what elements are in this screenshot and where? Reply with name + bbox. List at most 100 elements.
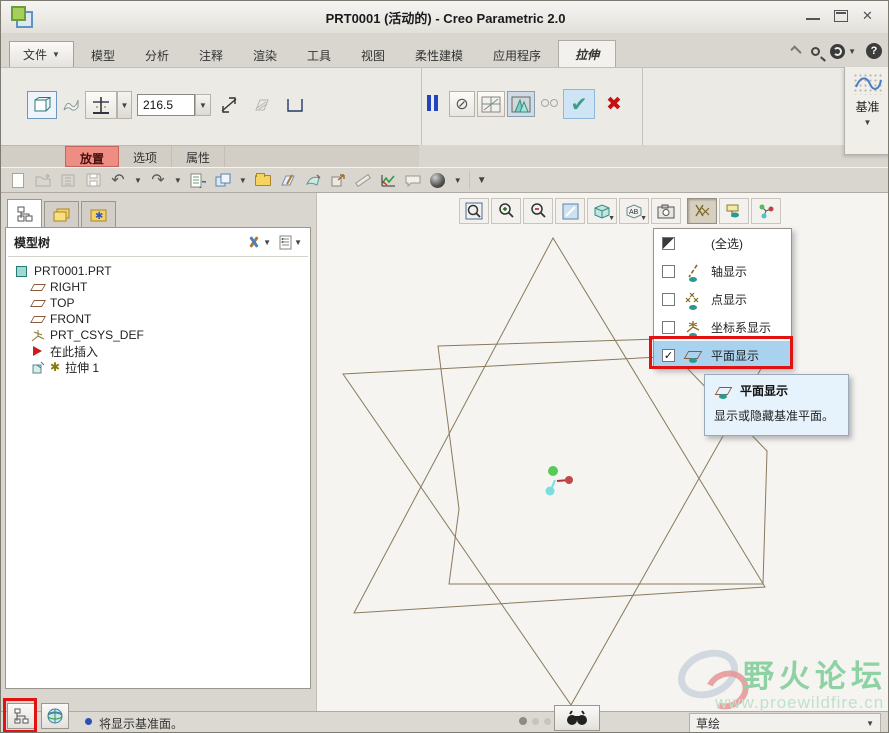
tab-options[interactable]: 选项 (119, 146, 173, 167)
tab-analysis[interactable]: 分析 (132, 43, 182, 68)
tab-favorites[interactable]: ✱ (81, 201, 116, 228)
remove-material-icon (255, 99, 269, 111)
depth-option-button[interactable] (85, 91, 117, 119)
search-icon[interactable] (811, 46, 821, 56)
measure-button[interactable] (354, 171, 372, 189)
tab-model[interactable]: 模型 (78, 43, 128, 68)
cancel-button[interactable]: ✖ (601, 91, 627, 117)
message-log-button[interactable] (404, 171, 422, 189)
wireframe-preview-button[interactable] (477, 91, 505, 117)
datum-display-filters-button[interactable] (687, 198, 717, 224)
copy-geometry-button[interactable] (304, 171, 322, 189)
menu-item-point-display[interactable]: 点显示 (654, 285, 791, 313)
toolbar-overflow-dropdown[interactable]: ▼ (477, 175, 487, 186)
menu-item-select-all[interactable]: (全选) (654, 229, 791, 257)
chevron-down-icon[interactable]: ▼ (864, 118, 872, 127)
toggle-browser-button[interactable] (41, 703, 69, 729)
tab-render[interactable]: 渲染 (240, 43, 290, 68)
publish-geometry-button[interactable] (329, 171, 347, 189)
tab-placement[interactable]: 放置 (65, 146, 120, 167)
verify-glasses-button[interactable] (541, 99, 558, 107)
tree-item-csys[interactable]: PRT_CSYS_DEF (30, 327, 310, 343)
import-button[interactable] (59, 171, 77, 189)
restore-button[interactable] (834, 10, 848, 22)
remove-material-button[interactable] (249, 93, 273, 117)
undo-dropdown[interactable]: ▼ (134, 176, 142, 185)
thicken-sketch-button[interactable] (283, 93, 307, 117)
menu-item-csys-display[interactable]: 坐标系显示 (654, 313, 791, 341)
ok-button[interactable]: ✔ (563, 89, 595, 119)
open-session-folder-button[interactable] (254, 171, 272, 189)
help-icon[interactable]: ? (866, 43, 882, 59)
tab-model-tree[interactable] (7, 199, 42, 228)
close-button[interactable]: ✕ (862, 9, 876, 22)
menu-item-plane-display[interactable]: ✓ 平面显示 (654, 341, 791, 369)
tree-filters-button[interactable]: ▼ (279, 235, 302, 250)
display-style-button[interactable]: ▼ (587, 198, 617, 224)
appearance-gallery-button[interactable] (429, 171, 447, 189)
pause-button[interactable] (427, 95, 438, 111)
open-button[interactable] (34, 171, 52, 189)
tree-item-extrude1[interactable]: ✱ 拉伸 1 (30, 359, 310, 375)
minimize-button[interactable] (806, 10, 820, 20)
appearance-dropdown[interactable]: ▼ (454, 176, 462, 185)
depth-value-input[interactable]: 216.5 (137, 94, 195, 116)
tree-item-right-plane[interactable]: RIGHT (29, 279, 310, 295)
edit-definition-button[interactable] (279, 171, 297, 189)
tab-applications[interactable]: 应用程序 (480, 43, 554, 68)
csys-display-checkbox[interactable] (662, 320, 675, 334)
tree-item-front-plane[interactable]: FRONT (29, 311, 310, 327)
shaded-preview-button[interactable] (507, 91, 535, 117)
annotation-display-button[interactable] (719, 198, 749, 224)
tree-item-top-plane[interactable]: TOP (29, 295, 310, 311)
plane-display-checkbox[interactable]: ✓ (662, 348, 675, 362)
undo-button[interactable]: ↶ (109, 171, 127, 189)
regenerate-button[interactable] (189, 171, 207, 189)
tab-view[interactable]: 视图 (348, 43, 398, 68)
datum-group-panel[interactable]: 基准 ▼ (844, 67, 888, 155)
selection-filter-dropdown[interactable]: 草绘 ▼ (689, 713, 881, 732)
tree-item-insert-here[interactable]: 在此插入 (30, 343, 310, 359)
datum-display-filters-icon (695, 204, 710, 217)
redo-button[interactable]: ↷ (149, 171, 167, 189)
windows-button[interactable] (214, 171, 232, 189)
relations-graph-button[interactable] (379, 171, 397, 189)
tab-folder-browser[interactable] (44, 201, 79, 228)
pause-icon (427, 95, 431, 111)
minimize-ribbon-icon[interactable] (790, 45, 802, 57)
axis-display-checkbox[interactable] (662, 264, 675, 278)
sync-menu[interactable]: ▼ (830, 43, 856, 59)
new-file-button[interactable] (9, 171, 27, 189)
tree-item-part[interactable]: PRT0001.PRT (14, 263, 310, 279)
surface-extrude-button[interactable] (59, 93, 83, 117)
saved-views-button[interactable]: AB ▼ (619, 198, 649, 224)
csys-icon (30, 329, 45, 342)
zoom-fit-button[interactable] (459, 198, 489, 224)
repaint-button[interactable] (555, 198, 585, 224)
depth-option-dropdown[interactable]: ▼ (117, 91, 132, 119)
find-button[interactable] (554, 705, 600, 731)
select-all-checkbox[interactable] (662, 236, 675, 250)
zoom-out-button[interactable] (523, 198, 553, 224)
point-display-checkbox[interactable] (662, 292, 675, 306)
tab-tools[interactable]: 工具 (294, 43, 344, 68)
no-preview-button[interactable]: ⊘ (449, 91, 475, 117)
tab-file[interactable]: 文件 ▼ (9, 41, 74, 68)
windows-dropdown[interactable]: ▼ (239, 176, 247, 185)
tree-settings-button[interactable]: ▼ (246, 235, 271, 250)
menu-item-axis-display[interactable]: 轴显示 (654, 257, 791, 285)
flip-direction-button[interactable] (217, 93, 241, 117)
zoom-in-button[interactable] (491, 198, 521, 224)
tab-properties[interactable]: 属性 (172, 146, 226, 167)
redo-dropdown[interactable]: ▼ (174, 176, 182, 185)
tab-flexible-modeling[interactable]: 柔性建模 (402, 43, 476, 68)
solid-extrude-button[interactable] (27, 91, 57, 119)
depth-value-dropdown[interactable]: ▼ (195, 94, 211, 116)
tab-annotate[interactable]: 注释 (186, 43, 236, 68)
toggle-navigator-button[interactable] (7, 703, 35, 729)
camera-icon (657, 204, 675, 218)
capture-image-button[interactable] (651, 198, 681, 224)
save-button[interactable] (84, 171, 102, 189)
tab-extrude-active[interactable]: 拉伸 (558, 40, 617, 68)
spin-center-button[interactable] (751, 198, 781, 224)
